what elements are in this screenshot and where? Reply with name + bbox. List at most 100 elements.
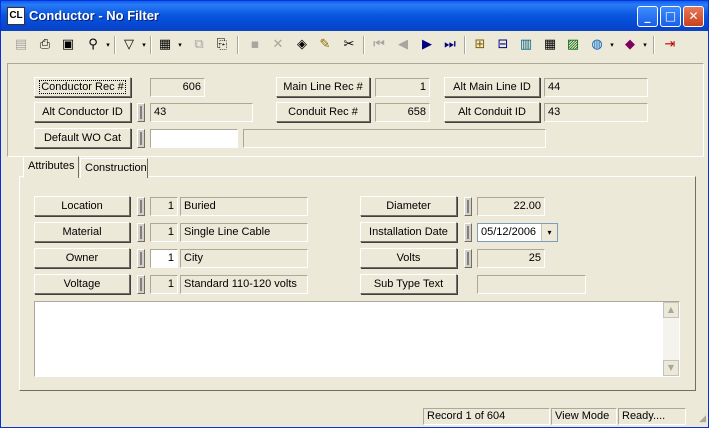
conduit-rec-button[interactable]: Conduit Rec # — [276, 102, 370, 122]
main-line-rec-button[interactable]: Main Line Rec # — [276, 77, 370, 97]
alt-conductor-button[interactable]: Alt Conductor ID — [34, 102, 131, 122]
conduit-rec-field: 658 — [375, 103, 430, 122]
resize-grip-icon[interactable]: ◢ — [694, 413, 706, 425]
chevron-down-icon[interactable]: ▾ — [541, 224, 557, 241]
voltage-lookup[interactable] — [137, 275, 145, 294]
globe-dropdown[interactable]: ▾ — [608, 35, 616, 55]
installation-date-lookup[interactable] — [464, 223, 472, 242]
default-wo-cat-label: Default WO Cat — [43, 132, 122, 144]
related-records-button[interactable]: ⊞ — [470, 35, 490, 55]
status-bar: Record 1 of 604 View Mode Ready.... ◢ — [1, 406, 708, 427]
default-wo-cat-input[interactable] — [150, 129, 238, 148]
title-bar[interactable]: CL Conductor - No Filter _ □ ✕ — [1, 1, 708, 31]
toolbar-separator — [363, 36, 365, 54]
scissors-icon: ✂ — [343, 37, 355, 52]
minimize-button[interactable]: _ — [637, 6, 658, 27]
maximize-button[interactable]: □ — [660, 6, 681, 27]
pencil-icon: ✎ — [319, 37, 331, 52]
tab-construction[interactable]: Construction — [80, 158, 148, 178]
alt-conductor-lookup[interactable] — [137, 103, 145, 122]
memo-textarea[interactable]: ▲ ▼ — [34, 301, 680, 377]
book-button[interactable]: ◆ — [620, 35, 640, 55]
alt-main-line-field: 44 — [544, 78, 648, 97]
scroll-up-icon[interactable]: ▲ — [663, 302, 679, 318]
default-wo-cat-description — [243, 129, 546, 148]
alt-conduit-button[interactable]: Alt Conduit ID — [444, 102, 540, 122]
default-wo-cat-button[interactable]: Default WO Cat — [34, 128, 131, 148]
layers-button[interactable]: ◈ — [292, 35, 312, 55]
volts-lookup[interactable] — [464, 249, 472, 268]
material-button[interactable]: Material — [34, 222, 130, 242]
location-button[interactable]: Location — [34, 196, 130, 216]
default-wo-cat-lookup[interactable] — [137, 129, 145, 148]
next-record-button[interactable]: ▶ — [417, 35, 437, 55]
owner-code-input[interactable]: 1 — [150, 249, 178, 268]
scroll-down-icon[interactable]: ▼ — [663, 360, 679, 376]
globe-button[interactable]: ◍ — [587, 35, 607, 55]
edit-button[interactable]: ✎ — [315, 35, 335, 55]
new-record-button[interactable]: ▤ — [11, 35, 31, 55]
find-button[interactable]: ⚲ — [83, 35, 103, 55]
memo-scrollbar[interactable]: ▲ ▼ — [663, 302, 679, 376]
paste-record-icon: ⎘ — [216, 37, 228, 52]
diameter-button[interactable]: Diameter — [360, 196, 457, 216]
previous-record-icon: ◀ — [398, 37, 408, 52]
installation-date-picker[interactable]: 05/12/2006 ▾ — [477, 223, 558, 242]
delete-button[interactable]: ✕ — [268, 35, 288, 55]
last-record-button[interactable]: ⏭ — [440, 35, 460, 55]
copy-record-icon: ⧉ — [194, 37, 204, 52]
conductor-rec-button[interactable]: Conductor Rec # — [34, 77, 131, 97]
material-lookup[interactable] — [137, 223, 145, 242]
first-record-button[interactable]: ⏮ — [369, 35, 389, 55]
new-record-icon: ▤ — [14, 37, 28, 52]
sub-type-text-button[interactable]: Sub Type Text — [360, 274, 457, 294]
diameter-lookup[interactable] — [464, 197, 472, 216]
owner-lookup[interactable] — [137, 249, 145, 268]
voltage-button[interactable]: Voltage — [34, 274, 130, 294]
exit-button[interactable]: ⇥ — [660, 35, 680, 55]
calculator-button[interactable]: ▦ — [540, 35, 560, 55]
voltage-label: Voltage — [63, 278, 101, 290]
maximize-icon: □ — [664, 9, 677, 23]
alt-main-line-button[interactable]: Alt Main Line ID — [444, 77, 540, 97]
paste-record-button[interactable]: ⎘ — [212, 35, 232, 55]
window-title: Conductor - No Filter — [29, 8, 159, 23]
copy-record-button[interactable]: ⧉ — [189, 35, 209, 55]
conduit-rec-label: Conduit Rec # — [288, 106, 358, 118]
alt-conduit-label: Alt Conduit ID — [458, 106, 526, 118]
report-dropdown[interactable]: ▾ — [176, 35, 184, 55]
last-record-icon: ⏭ — [444, 37, 456, 52]
cut-button[interactable]: ✂ — [339, 35, 359, 55]
preview-button[interactable]: ▣ — [58, 35, 78, 55]
location-lookup[interactable] — [137, 197, 145, 216]
sub-type-text-field — [477, 275, 586, 294]
chevron-down-icon: ▾ — [643, 41, 647, 49]
map-button[interactable]: ▥ — [516, 35, 536, 55]
alt-conductor-label: Alt Conductor ID — [42, 106, 123, 118]
report-icon: ▦ — [158, 37, 172, 52]
toolbar-separator — [653, 36, 655, 54]
chevron-down-icon: ▾ — [178, 41, 182, 49]
book-icon: ◆ — [625, 37, 635, 52]
volts-button[interactable]: Volts — [360, 248, 457, 268]
print-button[interactable]: ⎙ — [35, 35, 55, 55]
next-record-icon: ▶ — [422, 37, 432, 52]
book-dropdown[interactable]: ▾ — [641, 35, 649, 55]
hierarchy-button[interactable]: ⊟ — [493, 35, 513, 55]
filter-dropdown[interactable]: ▾ — [140, 35, 148, 55]
filter-button[interactable]: ▽ — [119, 35, 139, 55]
owner-button[interactable]: Owner — [34, 248, 130, 268]
previous-record-button[interactable]: ◀ — [393, 35, 413, 55]
tab-attributes[interactable]: Attributes — [23, 156, 79, 178]
diameter-field: 22.00 — [477, 197, 545, 216]
save-button[interactable]: ▪ — [245, 35, 265, 55]
photo-button[interactable]: ▨ — [563, 35, 583, 55]
close-button[interactable]: ✕ — [683, 6, 704, 27]
report-button[interactable]: ▦ — [155, 35, 175, 55]
toolbar-separator — [150, 36, 152, 54]
find-dropdown[interactable]: ▾ — [104, 35, 112, 55]
installation-date-button[interactable]: Installation Date — [360, 222, 457, 242]
toolbar: ▤ ⎙ ▣ ⚲ ▾ ▽ ▾ ▦ ▾ ⧉ ⎘ ▪ ✕ ◈ ✎ ✂ ⏮ ◀ ▶ ⏭ … — [5, 32, 705, 60]
chevron-down-icon: ▾ — [106, 41, 110, 49]
map-icon: ▥ — [519, 37, 533, 52]
